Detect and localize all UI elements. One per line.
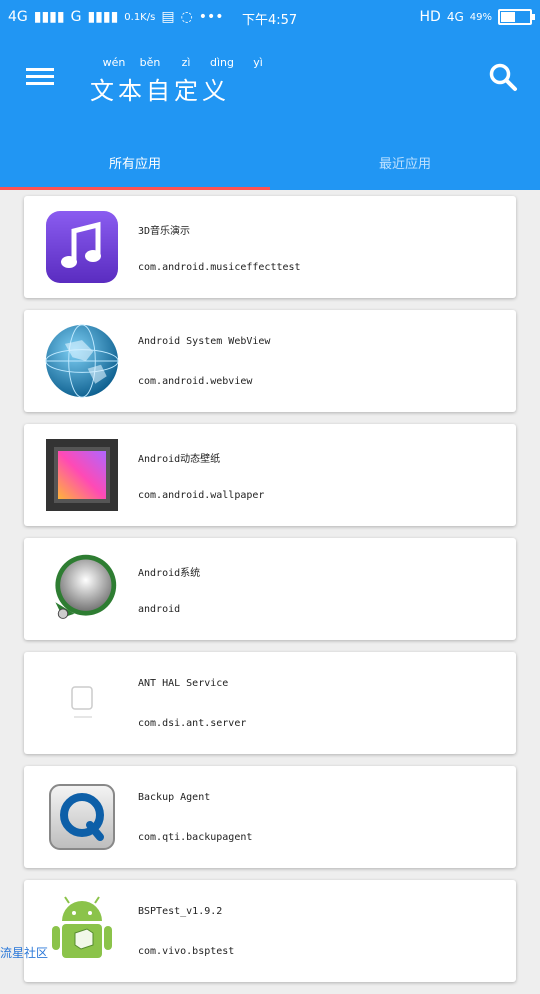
music-icon: [44, 209, 120, 285]
app-name: ANT HAL Service: [138, 678, 229, 689]
app-package: com.android.musiceffecttest: [138, 262, 301, 273]
app-name: Android System WebView: [138, 336, 271, 347]
app-bar: wén běn zì dìng yì 文本自定义 所有应用 最近应用: [0, 34, 540, 190]
app-name: 3D音乐演示: [138, 226, 191, 237]
app-package: com.android.webview: [138, 376, 253, 387]
status-time: 下午4:57: [242, 13, 298, 28]
speed-text: 0.1K/s: [124, 11, 156, 23]
app-name: Android动态壁纸: [138, 454, 221, 465]
hd-badge: HD: [419, 9, 441, 25]
app-package: com.android.wallpaper: [138, 490, 265, 501]
list-item[interactable]: 3D音乐演示 com.android.musiceffecttest: [24, 196, 516, 298]
qq-icon: ◌: [180, 9, 193, 25]
tab-indicator: [0, 187, 270, 190]
battery-fill: [501, 12, 515, 22]
app-name: BSPTest_v1.9.2: [138, 906, 223, 917]
battery-icon: [498, 9, 535, 25]
sd-card-icon: ▤: [161, 9, 175, 25]
watermark: 流星社区: [0, 946, 49, 960]
network-indicator-3: 4G: [446, 10, 464, 24]
list-item[interactable]: ANT HAL Service com.dsi.ant.server: [24, 652, 516, 754]
list-item[interactable]: Android系统 android: [24, 538, 516, 640]
app-package: com.vivo.bsptest: [138, 946, 235, 957]
pinyin-1: běn: [139, 56, 161, 69]
app-name: Android系统: [138, 568, 201, 579]
page-title: 文本自定义: [90, 77, 230, 105]
title-pinyin: wén běn zì dìng yì: [90, 56, 274, 69]
backup-q-icon: [44, 779, 120, 855]
wallpaper-icon: [44, 437, 120, 513]
android-system-icon: [44, 551, 120, 627]
app-name: Backup Agent: [138, 792, 211, 803]
more-dots: •••: [198, 9, 224, 25]
android-robot-icon: [44, 893, 120, 969]
signal-icon: ▮▮▮▮: [33, 9, 65, 25]
tab-bar: 所有应用 最近应用: [0, 134, 540, 190]
app-package: com.dsi.ant.server: [138, 718, 247, 729]
globe-icon: [44, 323, 120, 399]
tab-recent-apps[interactable]: 最近应用: [270, 134, 540, 190]
app-package: com.qti.backupagent: [138, 832, 253, 843]
network-indicator: 4G: [8, 9, 28, 25]
menu-icon[interactable]: [26, 64, 56, 88]
status-bar: 4G ▮▮▮▮ G ▮▮▮▮ 0.1K/s ▤ ◌ ••• 下午4:57 HD …: [0, 0, 540, 34]
list-item[interactable]: Android System WebView com.android.webvi…: [24, 310, 516, 412]
network-indicator-2: G: [70, 9, 82, 25]
title-wrap: wén běn zì dìng yì 文本自定义: [90, 56, 274, 106]
pinyin-0: wén: [102, 56, 126, 69]
app-list: 3D音乐演示 com.android.musiceffecttest Andro…: [24, 196, 516, 994]
status-right: HD 4G 49%: [419, 9, 535, 25]
app-placeholder-icon: [44, 665, 120, 741]
tab-all-apps[interactable]: 所有应用: [0, 134, 270, 190]
status-left: 4G ▮▮▮▮ G ▮▮▮▮ 0.1K/s ▤ ◌ •••: [8, 9, 224, 25]
pinyin-4: yì: [253, 56, 263, 69]
battery-text: 49%: [469, 11, 492, 23]
pinyin-3: dìng: [210, 56, 234, 69]
pinyin-2: zì: [181, 56, 191, 69]
signal-icon-2: ▮▮▮▮: [87, 9, 119, 25]
list-item[interactable]: Backup Agent com.qti.backupagent: [24, 766, 516, 868]
app-package: android: [138, 604, 181, 615]
list-item[interactable]: BSPTest_v1.9.2 com.vivo.bsptest: [24, 880, 516, 982]
search-icon[interactable]: [488, 62, 518, 92]
list-item[interactable]: Android动态壁纸 com.android.wallpaper: [24, 424, 516, 526]
